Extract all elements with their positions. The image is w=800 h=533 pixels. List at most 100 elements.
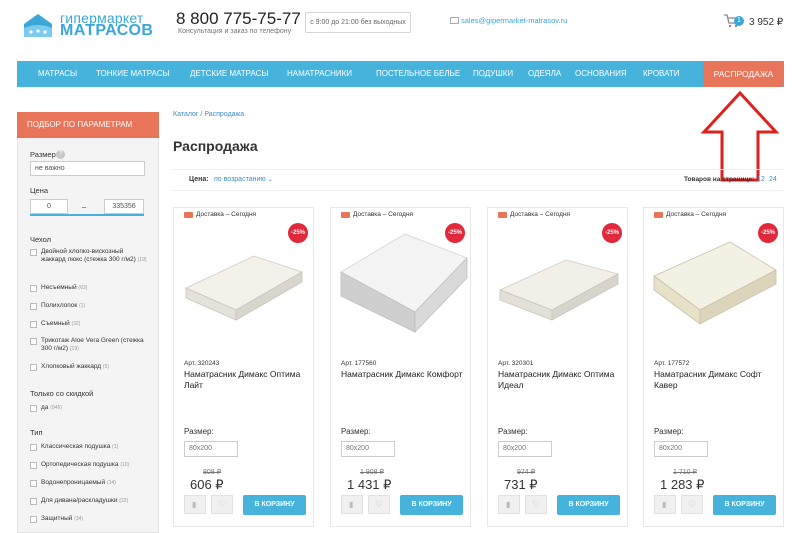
price-to-input[interactable]: 335356: [104, 199, 144, 214]
size-label: Размер:: [498, 427, 528, 436]
nav-item-mattresses[interactable]: Матрасы: [38, 61, 77, 87]
product-card[interactable]: Доставка – Сегодня -25% Арт. 177560 Нама…: [330, 207, 471, 527]
breadcrumb-separator: /: [200, 111, 203, 118]
sort-dropdown[interactable]: по возрастанию ⌄: [214, 176, 273, 183]
delivery-text: Доставка – Сегодня: [196, 211, 257, 218]
filter-option[interactable]: Хлопковый жаккард (5): [30, 363, 152, 373]
phone-number[interactable]: 8 800 775-75-77: [176, 9, 301, 29]
site-logo[interactable]: гипермаркет МАТРАСОВ: [22, 10, 162, 40]
logo-text-bottom: МАТРАСОВ: [60, 22, 154, 39]
size-select[interactable]: 80x200: [654, 441, 708, 457]
nav-item-beds[interactable]: Кровати: [643, 61, 679, 87]
checkbox[interactable]: [30, 444, 37, 451]
filter-option[interactable]: Классическая подушка (1): [30, 443, 152, 453]
nav-item-pillows[interactable]: Подушки: [473, 61, 513, 87]
email-link[interactable]: sales@gipermarket-matrasov.ru: [461, 16, 567, 25]
option-count: (22): [119, 498, 129, 504]
size-label: Размер:: [184, 427, 214, 436]
wishlist-button[interactable]: ♡: [525, 495, 547, 514]
option-label: Несъемный: [41, 284, 77, 291]
add-to-cart-button[interactable]: В корзину: [400, 495, 463, 515]
old-price: 974 ₽: [517, 469, 536, 476]
nav-item-thin-mattresses[interactable]: Тонкие матрасы: [96, 61, 170, 87]
compare-button[interactable]: ▮: [654, 495, 676, 514]
nav-item-blankets[interactable]: Одеяла: [528, 61, 561, 87]
help-icon[interactable]: ?: [56, 150, 65, 159]
nav-item-kids-mattresses[interactable]: Детские матрасы: [190, 61, 268, 87]
checkbox[interactable]: [30, 480, 37, 487]
product-price: 1 283 ₽: [660, 477, 705, 492]
checkbox[interactable]: [30, 321, 37, 328]
filter-option[interactable]: Двойной хлопко-вискозный жаккард люкс (с…: [30, 248, 152, 274]
wishlist-button[interactable]: ♡: [681, 495, 703, 514]
option-label: Полихлопок: [41, 302, 78, 309]
nav-item-sale[interactable]: Распродажа: [703, 61, 784, 87]
compare-button[interactable]: ▮: [498, 495, 520, 514]
product-card[interactable]: Доставка – Сегодня -25% Арт. 320243 Нама…: [173, 207, 314, 527]
filter-option[interactable]: Несъемный (63): [30, 284, 152, 294]
option-label: Съемный: [41, 320, 70, 327]
checkbox[interactable]: [30, 498, 37, 505]
sort-label: Цена:: [189, 176, 209, 183]
per-page-option-24[interactable]: 24: [769, 176, 777, 183]
bar-chart-icon: ▮: [349, 500, 354, 509]
product-image[interactable]: [492, 228, 625, 338]
product-card[interactable]: Доставка – Сегодня -25% Арт. 320301 Нама…: [487, 207, 628, 527]
checkbox[interactable]: [30, 249, 37, 256]
nav-item-toppers[interactable]: Наматрасники: [287, 61, 352, 87]
size-select[interactable]: 80x200: [498, 441, 552, 457]
size-select[interactable]: 80x200: [341, 441, 395, 457]
price-from-input[interactable]: 0: [30, 199, 68, 214]
breadcrumb-catalog-link[interactable]: Каталог: [173, 111, 198, 118]
compare-button[interactable]: ▮: [341, 495, 363, 514]
add-to-cart-button[interactable]: В корзину: [713, 495, 776, 515]
checkbox[interactable]: [30, 405, 37, 412]
option-label: Двойной хлопко-вискозный жаккард люкс (с…: [41, 248, 136, 263]
checkbox[interactable]: [30, 338, 37, 345]
add-to-cart-button[interactable]: В корзину: [243, 495, 306, 515]
add-to-cart-button[interactable]: В корзину: [557, 495, 620, 515]
checkbox[interactable]: [30, 462, 37, 469]
filter-option[interactable]: Водонепроницаемый (14): [30, 479, 152, 489]
checkbox[interactable]: [30, 516, 37, 523]
option-label: да: [41, 404, 49, 411]
breadcrumb-current[interactable]: Распродажа: [204, 111, 244, 118]
checkbox[interactable]: [30, 285, 37, 292]
envelope-icon: [450, 17, 459, 24]
size-select[interactable]: 80x200: [184, 441, 238, 457]
compare-button[interactable]: ▮: [184, 495, 206, 514]
size-label: Размер:: [341, 427, 371, 436]
filter-option[interactable]: Для дивана/раскладушки (22): [30, 497, 152, 507]
product-sku: Арт. 177560: [341, 360, 377, 367]
product-name[interactable]: Наматрасник Димакс Оптима Идеал: [498, 369, 620, 390]
filter-option[interactable]: да (946): [30, 404, 152, 414]
breadcrumb: Каталог / Распродажа: [173, 111, 244, 118]
phone-caption: Консультация и заказ по телефону: [178, 28, 292, 35]
wishlist-button[interactable]: ♡: [368, 495, 390, 514]
filter-option[interactable]: Ортопедическая подушка (10): [30, 461, 152, 471]
size-select[interactable]: не важно: [30, 161, 145, 176]
product-name[interactable]: Наматрасник Димакс Софт Кавер: [654, 369, 776, 390]
product-name[interactable]: Наматрасник Димакс Комфорт: [341, 369, 463, 380]
filter-option[interactable]: Съемный (32): [30, 320, 152, 330]
product-image[interactable]: [178, 228, 311, 338]
option-count: (19): [69, 346, 79, 352]
bar-chart-icon: ▮: [192, 500, 197, 509]
checkbox[interactable]: [30, 303, 37, 310]
wishlist-button[interactable]: ♡: [211, 495, 233, 514]
per-page-option-12[interactable]: 12: [757, 176, 765, 183]
nav-item-bases[interactable]: Основания: [575, 61, 627, 87]
option-label: Классическая подушка: [41, 443, 111, 450]
price-slider[interactable]: [30, 214, 144, 216]
bar-chart-icon: ▮: [506, 500, 511, 509]
product-card[interactable]: Доставка – Сегодня -25% Арт. 177572 Нама…: [643, 207, 784, 527]
product-image[interactable]: [648, 228, 781, 338]
filter-option[interactable]: Полихлопок (1): [30, 302, 152, 312]
product-name[interactable]: Наматрасник Димакс Оптима Лайт: [184, 369, 306, 390]
filter-option[interactable]: Защитный (34): [30, 515, 152, 525]
checkbox[interactable]: [30, 364, 37, 371]
product-image[interactable]: [335, 228, 468, 338]
nav-item-bedding[interactable]: Постельное белье: [376, 61, 460, 87]
filter-option[interactable]: Трикотаж Aloe Vera Green (стежка 300 г/м…: [30, 337, 152, 355]
cart-total[interactable]: 3 952 ₽: [749, 17, 783, 28]
